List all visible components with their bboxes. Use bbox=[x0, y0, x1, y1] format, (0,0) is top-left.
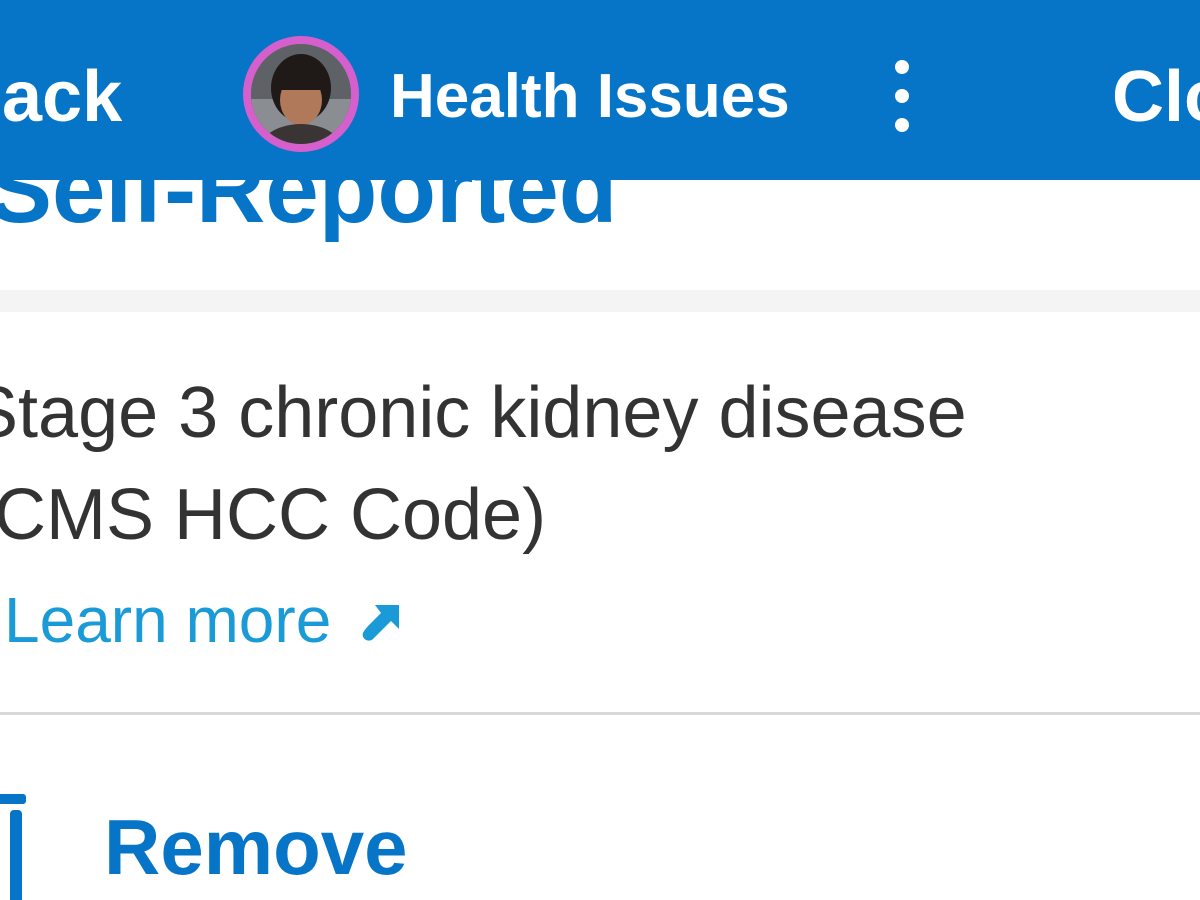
remove-label: Remove bbox=[104, 803, 408, 891]
divider bbox=[0, 712, 1200, 715]
page-title: Health Issues bbox=[390, 62, 790, 131]
condition-name: Stage 3 chronic kidney disease (CMS HCC … bbox=[0, 373, 967, 555]
external-link-icon bbox=[355, 593, 409, 647]
user-avatar-icon bbox=[251, 44, 351, 144]
avatar-photo bbox=[251, 44, 351, 144]
learn-more-link[interactable]: Learn more bbox=[4, 580, 409, 660]
remove-button[interactable]: Remove bbox=[0, 770, 1200, 900]
more-vertical-icon[interactable] bbox=[884, 60, 920, 132]
avatar[interactable] bbox=[243, 36, 359, 152]
learn-more-label: Learn more bbox=[4, 584, 332, 656]
top-header-bar: Back Health Issues Close bbox=[0, 0, 1200, 180]
trash-icon bbox=[0, 790, 28, 900]
health-issue-detail-screen: Self-Reported Back Health Issues Close bbox=[0, 0, 1200, 900]
back-button[interactable]: Back bbox=[0, 52, 122, 142]
close-button[interactable]: Close bbox=[1112, 52, 1200, 142]
section-separator bbox=[0, 290, 1200, 312]
